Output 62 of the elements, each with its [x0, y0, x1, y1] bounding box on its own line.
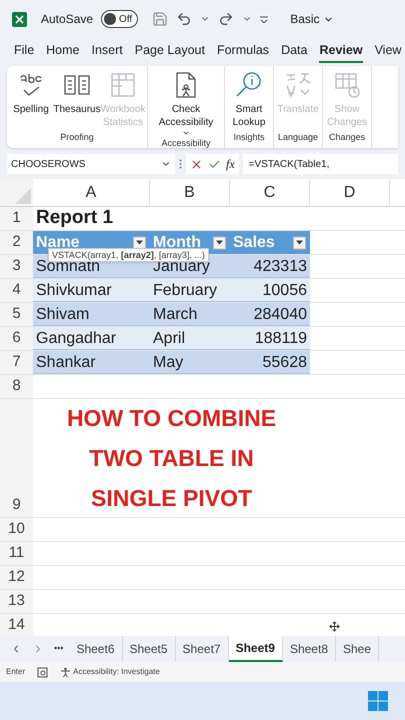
menu-tab[interactable]: Review [319, 40, 363, 64]
menu-tab[interactable]: View [374, 40, 402, 64]
name-box[interactable]: CHOOSEROWS [7, 154, 175, 174]
formula-field[interactable]: =VSTACK(Table1, [242, 154, 398, 174]
menu-tab[interactable]: Insert [92, 40, 123, 64]
column-header[interactable]: A [33, 179, 150, 206]
ribbon-button[interactable]: Check Accessibility [150, 70, 222, 137]
ribbon-button[interactable]: Thesaurus [55, 70, 99, 130]
ribbon-button[interactable]: Smart Lookup [227, 70, 271, 130]
group-label: Insights [232, 130, 266, 144]
table-cell: 188119 [230, 327, 310, 350]
column-header[interactable]: C [230, 179, 310, 206]
row-header[interactable]: 5 [0, 303, 33, 326]
table-cell: April [150, 327, 230, 350]
group-label: Changes [328, 130, 366, 144]
table-cell: Gangadhar [33, 327, 150, 350]
row-header[interactable]: 1 [0, 207, 33, 230]
row-header[interactable]: 14 [0, 614, 33, 636]
mode-status: Enter [6, 666, 26, 678]
menu-tab[interactable]: Formulas [216, 40, 270, 64]
row-header[interactable]: 8 [0, 375, 33, 398]
style-menu[interactable]: Basic [290, 10, 334, 28]
table-cell: 55628 [230, 351, 310, 374]
row-header[interactable]: 10 [0, 518, 33, 541]
table-cell: May [150, 351, 230, 374]
table-cell: Shivam [33, 303, 150, 326]
group-label: Proofing [59, 130, 95, 144]
row-header[interactable]: 3 [0, 255, 33, 278]
table-cell: 284040 [230, 303, 310, 326]
column-header[interactable]: B [150, 179, 230, 206]
table-cell: February [150, 279, 230, 302]
row-header[interactable]: 6 [0, 327, 33, 350]
menu-tab[interactable]: Home [46, 40, 80, 64]
function-icon[interactable]: fx [226, 155, 235, 173]
row-header[interactable]: 9 [0, 399, 33, 517]
row-header[interactable]: 7 [0, 351, 33, 374]
menu-tab[interactable]: File [14, 40, 34, 64]
menu-tab[interactable]: Data [281, 40, 308, 64]
table-header-cell: Sales [230, 231, 310, 254]
column-header[interactable]: D [310, 179, 390, 206]
table-cell: March [150, 303, 230, 326]
table-cell: 10056 [230, 279, 310, 302]
row-header[interactable]: 11 [0, 542, 33, 565]
autosave-toggle[interactable]: Off [101, 10, 138, 28]
menu-tab[interactable]: Page Layout [134, 40, 205, 64]
row-header[interactable]: 4 [0, 279, 33, 302]
table-cell: Shankar [33, 351, 150, 374]
report-title: Report 1 [36, 206, 114, 230]
row-header[interactable]: 13 [0, 590, 33, 613]
more-sheets-button[interactable]: ••• [54, 642, 64, 656]
row-header[interactable]: 12 [0, 566, 33, 589]
sheet-tab[interactable]: Sheet9 [228, 636, 283, 662]
ribbon-button[interactable]: Spelling [9, 70, 53, 130]
function-tooltip: VSTACK(array1, [array2], [array3], ...) [48, 248, 209, 262]
table-cell: 423313 [230, 255, 310, 278]
table-cell: Shivkumar [33, 279, 150, 302]
caption-text: HOW TO COMBINE TWO TABLE IN SINGLE PIVOT [66, 404, 278, 513]
row-header[interactable]: 2 [0, 231, 33, 254]
autosave-label: AutoSave [41, 11, 94, 28]
group-label: Accessibility [160, 137, 212, 148]
group-label: Language [276, 130, 320, 144]
accessibility-status[interactable]: Accessibility: Investigate [60, 666, 160, 678]
